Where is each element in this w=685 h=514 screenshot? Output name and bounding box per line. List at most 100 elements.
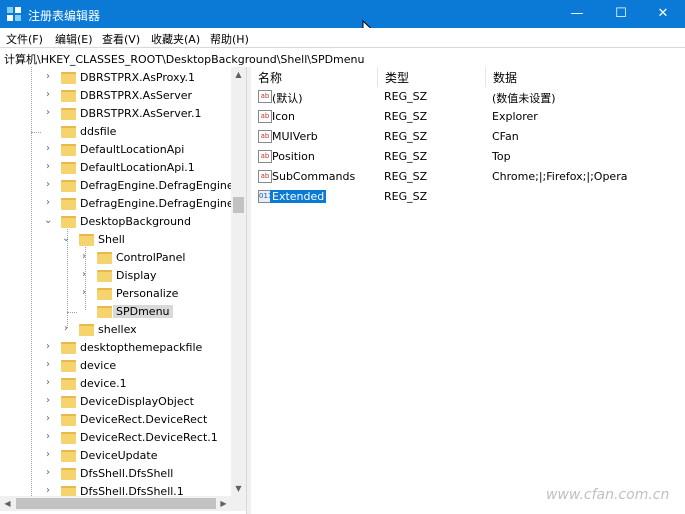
tree-item[interactable]: › device.1 <box>0 375 232 393</box>
tree-item-label: DeviceUpdate <box>80 449 158 462</box>
tree-item[interactable]: › ControlPanel <box>0 249 232 267</box>
value-type: REG_SZ <box>384 90 428 103</box>
value-type: REG_SZ <box>384 130 428 143</box>
expand-arrow-icon[interactable]: › <box>44 450 52 460</box>
collapse-arrow-icon[interactable]: ⌄ <box>62 234 70 244</box>
menu-help[interactable]: 帮助(H) <box>210 31 249 47</box>
value-type: REG_SZ <box>384 150 428 163</box>
tree-item[interactable]: › DefaultLocationApi <box>0 141 232 159</box>
value-row[interactable]: ab SubCommands REG_SZ Chrome;|;Firefox;|;Op… <box>251 167 685 187</box>
tree-item[interactable]: › DefragEngine.DefragEngine.1 <box>0 195 244 213</box>
tree-item[interactable]: › shellex <box>0 321 232 339</box>
folder-icon <box>97 306 112 318</box>
tree-horizontal-scrollbar[interactable]: ◀ ▶ <box>0 496 246 511</box>
tree-item-label: Personalize <box>116 287 179 300</box>
tree-vertical-scrollbar[interactable]: ▲ ▼ <box>231 67 246 496</box>
folder-icon <box>61 378 76 390</box>
tree-item[interactable]: › DefragEngine.DefragEngine <box>0 177 234 195</box>
tree-item[interactable]: › device <box>0 357 232 375</box>
tree-item[interactable]: ⌄ Shell <box>0 231 232 249</box>
expand-arrow-icon[interactable]: › <box>44 360 52 370</box>
string-value-icon: ab <box>258 170 272 183</box>
collapse-arrow-icon[interactable]: ⌄ <box>44 216 52 226</box>
tree-item-label: Shell <box>98 233 125 246</box>
tree-item[interactable]: › DBRSTPRX.AsServer.1 <box>0 105 232 123</box>
string-value-icon: ab <box>258 90 272 103</box>
expand-arrow-icon[interactable]: › <box>44 486 52 496</box>
tree-item-label: DesktopBackground <box>80 215 191 228</box>
column-header-data[interactable]: 数据 <box>486 67 685 87</box>
tree-item[interactable]: › DBRSTPRX.AsProxy.1 <box>0 69 232 87</box>
tree-item[interactable]: SPDmenu <box>0 303 232 321</box>
tree-item-label: ddsfile <box>80 125 117 138</box>
value-type: REG_SZ <box>384 170 428 183</box>
tree-item[interactable]: › DeviceRect.DeviceRect.1 <box>0 429 232 447</box>
tree-item[interactable]: › DeviceDisplayObject <box>0 393 232 411</box>
value-row[interactable]: ab MUIVerb REG_SZ CFan <box>251 127 685 147</box>
scroll-down-arrow-icon[interactable]: ▼ <box>231 481 246 496</box>
expand-arrow-icon[interactable]: › <box>44 162 52 172</box>
value-data: Top <box>492 150 511 163</box>
expand-arrow-icon[interactable]: › <box>44 72 52 82</box>
tree-item[interactable]: › Display <box>0 267 232 285</box>
value-name: Extended <box>270 190 327 203</box>
expand-arrow-icon[interactable]: › <box>44 198 52 208</box>
expand-arrow-icon[interactable]: › <box>44 378 52 388</box>
folder-icon <box>79 324 94 336</box>
folder-icon <box>61 144 76 156</box>
expand-arrow-icon[interactable]: › <box>80 252 88 262</box>
scroll-up-arrow-icon[interactable]: ▲ <box>231 67 246 82</box>
menu-favorites[interactable]: 收藏夹(A) <box>151 31 200 47</box>
menu-file[interactable]: 文件(F) <box>6 31 43 47</box>
tree-item[interactable]: › DeviceRect.DeviceRect <box>0 411 232 429</box>
tree-guide-line <box>31 132 41 133</box>
column-header-name[interactable]: 名称 <box>251 67 377 87</box>
minimize-button[interactable]: — <box>554 0 600 28</box>
tree-item[interactable]: › DefaultLocationApi.1 <box>0 159 232 177</box>
tree-item[interactable]: ddsfile <box>0 123 232 141</box>
tree-item[interactable]: › Personalize <box>0 285 232 303</box>
expand-arrow-icon[interactable]: › <box>44 108 52 118</box>
expand-arrow-icon[interactable]: › <box>44 90 52 100</box>
scroll-thumb[interactable] <box>233 197 244 213</box>
scroll-left-arrow-icon[interactable]: ◀ <box>0 496 15 511</box>
expand-arrow-icon[interactable]: › <box>44 432 52 442</box>
tree-item[interactable]: › DfsShell.DfsShell.1 <box>0 483 232 496</box>
watermark: www.cfan.com.cn <box>546 487 670 503</box>
scroll-thumb[interactable] <box>16 498 216 509</box>
maximize-button[interactable]: ☐ <box>598 0 644 28</box>
value-row[interactable]: ab (默认) REG_SZ (数值未设置) <box>251 87 685 107</box>
value-row[interactable]: ab Position REG_SZ Top <box>251 147 685 167</box>
value-row[interactable]: ab Icon REG_SZ Explorer <box>251 107 685 127</box>
tree-item[interactable]: ⌄ DesktopBackground <box>0 213 232 231</box>
expand-arrow-icon[interactable]: › <box>44 144 52 154</box>
folder-icon <box>97 270 112 282</box>
window-title: 注册表编辑器 <box>28 9 101 23</box>
expand-arrow-icon[interactable]: › <box>44 396 52 406</box>
expand-arrow-icon[interactable]: › <box>44 468 52 478</box>
tree-item[interactable]: › desktopthemepackfile <box>0 339 232 357</box>
folder-icon <box>97 288 112 300</box>
expand-arrow-icon[interactable]: › <box>62 324 70 334</box>
tree-item[interactable]: › DfsShell.DfsShell <box>0 465 232 483</box>
address-bar[interactable]: 计算机\HKEY_CLASSES_ROOT\DesktopBackground\… <box>0 47 685 68</box>
menu-view[interactable]: 查看(V) <box>102 31 140 47</box>
column-header-type[interactable]: 类型 <box>378 67 485 87</box>
menu-edit[interactable]: 编辑(E) <box>55 31 93 47</box>
expand-arrow-icon[interactable]: › <box>44 180 52 190</box>
expand-arrow-icon[interactable]: › <box>44 342 52 352</box>
value-name: Icon <box>272 110 295 123</box>
close-button[interactable]: ✕ <box>640 0 685 28</box>
value-row[interactable]: 011 Extended REG_SZ <box>251 187 685 207</box>
value-name: Position <box>272 150 315 163</box>
tree-item[interactable]: › DeviceUpdate <box>0 447 232 465</box>
menu-bar: 文件(F) 编辑(E) 查看(V) 收藏夹(A) 帮助(H) <box>0 28 685 47</box>
tree-item-label: DBRSTPRX.AsServer <box>80 89 192 102</box>
tree-item-label: DfsShell.DfsShell <box>80 467 174 480</box>
expand-arrow-icon[interactable]: › <box>44 414 52 424</box>
expand-arrow-icon[interactable]: › <box>80 288 88 298</box>
tree-item[interactable]: › DBRSTPRX.AsServer <box>0 87 232 105</box>
expand-arrow-icon[interactable]: › <box>80 270 88 280</box>
scroll-right-arrow-icon[interactable]: ▶ <box>216 496 231 511</box>
folder-icon <box>61 468 76 480</box>
